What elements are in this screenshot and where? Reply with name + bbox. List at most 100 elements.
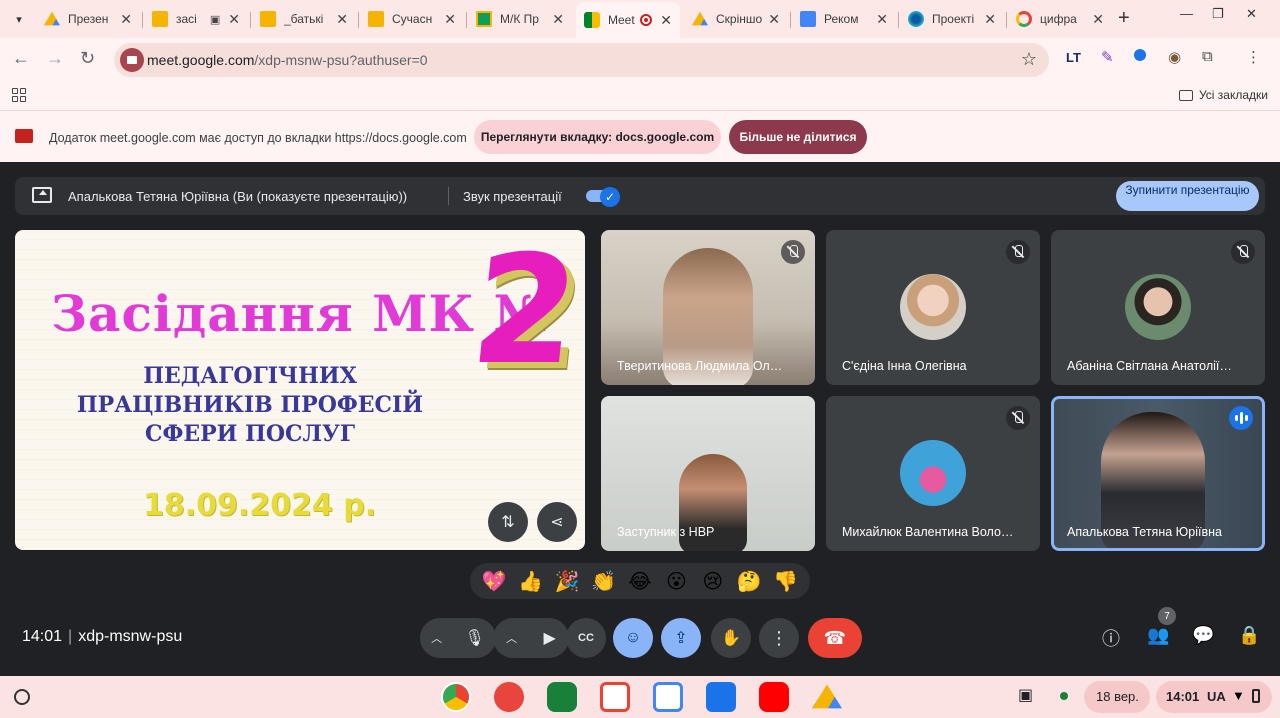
camera-icon[interactable]: ▶ xyxy=(544,628,556,648)
end-call-icon[interactable]: ☎ xyxy=(808,618,862,658)
tab-search-chevron-icon[interactable]: ▾ xyxy=(8,8,30,30)
share-icon[interactable]: ⋖ xyxy=(537,502,577,542)
google-drive-icon[interactable] xyxy=(812,684,842,709)
clapping-reaction[interactable]: 👏 xyxy=(589,569,619,594)
tab-1[interactable]: Презен ✕ xyxy=(36,4,140,34)
tab-2[interactable]: засі ▣ ✕ xyxy=(144,4,248,34)
close-tab-icon[interactable]: ✕ xyxy=(552,11,564,28)
close-tab-icon[interactable]: ✕ xyxy=(876,11,888,28)
people-icon[interactable]: 👥 xyxy=(1147,625,1169,646)
address-bar[interactable]: meet.google.com/xdp-msnw-psu?authuser=0 … xyxy=(114,43,1049,77)
extensions-puzzle-icon[interactable]: ⧉ xyxy=(1202,48,1213,65)
extension-pen-icon[interactable]: ✎ xyxy=(1101,48,1114,66)
calendar-icon[interactable] xyxy=(653,682,683,712)
close-tab-icon[interactable]: ✕ xyxy=(444,11,456,28)
extension-lt-icon[interactable]: LT xyxy=(1066,50,1081,65)
sharing-notice: Додаток meet.google.com має доступ до вк… xyxy=(49,131,467,145)
youtube-icon[interactable] xyxy=(759,682,789,712)
close-tab-icon[interactable]: ✕ xyxy=(120,11,132,28)
sparkling-heart-reaction[interactable]: 💖 xyxy=(479,569,509,594)
participant-tile[interactable]: С'єдіна Інна Олегівна xyxy=(826,230,1040,385)
chevron-up-icon[interactable]: ︿ xyxy=(431,630,442,646)
thumbs-down-reaction[interactable]: 👎 xyxy=(771,569,801,594)
chat-icon[interactable]: 💬 xyxy=(1192,625,1214,646)
chevron-up-icon[interactable]: ︿ xyxy=(506,630,517,646)
all-bookmarks[interactable]: Усі закладки xyxy=(1178,88,1268,102)
new-tab-icon[interactable]: + xyxy=(1118,7,1130,30)
google-slides-icon xyxy=(368,11,384,27)
close-tab-icon[interactable]: ✕ xyxy=(660,12,672,29)
participant-tile[interactable]: Заступник з НВР xyxy=(601,396,815,551)
tab-4[interactable]: Сучасн ✕ xyxy=(360,4,464,34)
bookmark-star-icon[interactable]: ☆ xyxy=(1021,49,1037,70)
close-tab-icon[interactable]: ✕ xyxy=(984,11,996,28)
present-now-icon[interactable]: ⇪ xyxy=(661,618,701,658)
chrome-icon[interactable] xyxy=(441,682,471,712)
thinking-reaction[interactable]: 🤔 xyxy=(734,569,764,594)
gmail-icon[interactable] xyxy=(600,682,630,712)
extension-dot-icon[interactable] xyxy=(1134,48,1146,65)
canvas-icon[interactable] xyxy=(494,682,524,712)
date-tray[interactable]: 18 вер. xyxy=(1084,681,1150,713)
party-popper-reaction[interactable]: 🎉 xyxy=(552,569,582,594)
menu-kebab-icon[interactable]: ⋮ xyxy=(1246,48,1261,66)
thumbs-up-reaction[interactable]: 👍 xyxy=(516,569,546,594)
tab-sharing-infobar: Додаток meet.google.com має доступ до вк… xyxy=(0,110,1280,162)
restore-window-icon[interactable]: ❐ xyxy=(1212,6,1224,22)
presentation-sound-toggle[interactable]: ✓ xyxy=(586,187,620,207)
edge-icon xyxy=(908,11,924,27)
files-icon[interactable] xyxy=(706,682,736,712)
stop-presenting-button[interactable]: Зупинити презентацію xyxy=(1116,181,1259,211)
classroom-icon[interactable] xyxy=(547,682,577,712)
view-tab-button[interactable]: Переглянути вкладку: docs.google.com xyxy=(474,120,721,154)
slide-number: 2 xyxy=(463,230,585,398)
apps-grid-icon[interactable] xyxy=(12,88,26,102)
tab-title: _батькі xyxy=(284,12,324,26)
avatar xyxy=(900,274,966,340)
forward-icon[interactable]: → xyxy=(46,48,64,69)
tab-8[interactable]: Реком ✕ xyxy=(792,4,896,34)
host-controls-lock-icon[interactable]: 🔒 xyxy=(1238,625,1260,646)
clipboard-icon[interactable]: ▣ xyxy=(1018,685,1033,705)
tab-7[interactable]: Скріншо ✕ xyxy=(684,4,788,34)
participant-tile-self[interactable]: Апалькова Тетяна Юріївна xyxy=(1051,396,1265,551)
close-tab-icon[interactable]: ✕ xyxy=(1092,11,1104,28)
back-icon[interactable]: ← xyxy=(12,48,30,69)
microphone-icon[interactable]: 🎙 xyxy=(465,628,485,648)
present-screen-icon xyxy=(32,187,52,203)
tab-10[interactable]: цифра ✕ xyxy=(1008,4,1112,34)
emoji-reactions-icon[interactable]: ☺ xyxy=(613,618,653,658)
close-tab-icon[interactable]: ✕ xyxy=(768,11,780,28)
tab-5[interactable]: М/К Пр ✕ xyxy=(468,4,572,34)
close-window-icon[interactable]: ✕ xyxy=(1246,6,1257,22)
stop-sharing-button[interactable]: Більше не ділитися xyxy=(729,120,867,154)
captions-icon[interactable]: CC xyxy=(566,618,606,658)
participant-tile[interactable]: Тверитинова Людмила Ол… xyxy=(601,230,815,385)
os-shelf: ▣ 18 вер. 14:01 UA ▼ xyxy=(0,676,1280,718)
raise-hand-icon[interactable]: ✋ xyxy=(711,618,751,658)
crying-reaction[interactable]: 😢 xyxy=(698,569,728,594)
extension-owl-icon[interactable]: ◉ xyxy=(1168,48,1181,66)
launcher-icon[interactable] xyxy=(14,689,30,705)
surprised-reaction[interactable]: 😮 xyxy=(661,569,691,594)
tab-9[interactable]: Проекті ✕ xyxy=(900,4,1004,34)
presenter-label: Апалькова Тетяна Юріївна (Ви (показуєте … xyxy=(68,189,408,204)
presentation-slide: Засідання МК № 2 ПЕДАГОГІЧНИХ ПРАЦІВНИКІ… xyxy=(15,230,585,550)
more-options-icon[interactable]: ⋮ xyxy=(759,618,799,658)
tab-6-active[interactable]: Meet ✕ xyxy=(576,2,680,38)
meeting-details-icon[interactable]: ⓘ xyxy=(1102,625,1120,651)
status-tray[interactable]: 14:01 UA ▼ xyxy=(1156,681,1272,713)
participant-tile[interactable]: Абаніна Світлана Анатолії… xyxy=(1051,230,1265,385)
camera-control[interactable]: ︿ ▶ xyxy=(493,618,569,658)
google-slides-icon xyxy=(260,11,276,27)
participant-tile[interactable]: Михайлюк Валентина Воло… xyxy=(826,396,1040,551)
minimize-icon[interactable]: — xyxy=(1180,6,1193,21)
laughing-reaction[interactable]: 😂 xyxy=(625,569,655,594)
close-tab-icon[interactable]: ✕ xyxy=(336,11,348,28)
tab-3[interactable]: _батькі ✕ xyxy=(252,4,356,34)
swap-tiles-icon[interactable]: ⇅ xyxy=(488,502,528,542)
close-tab-icon[interactable]: ✕ xyxy=(228,11,240,28)
reload-icon[interactable]: ↻ xyxy=(80,48,95,69)
meet-camera-icon[interactable] xyxy=(120,48,144,72)
microphone-control[interactable]: ︿ 🎙 xyxy=(420,618,496,658)
